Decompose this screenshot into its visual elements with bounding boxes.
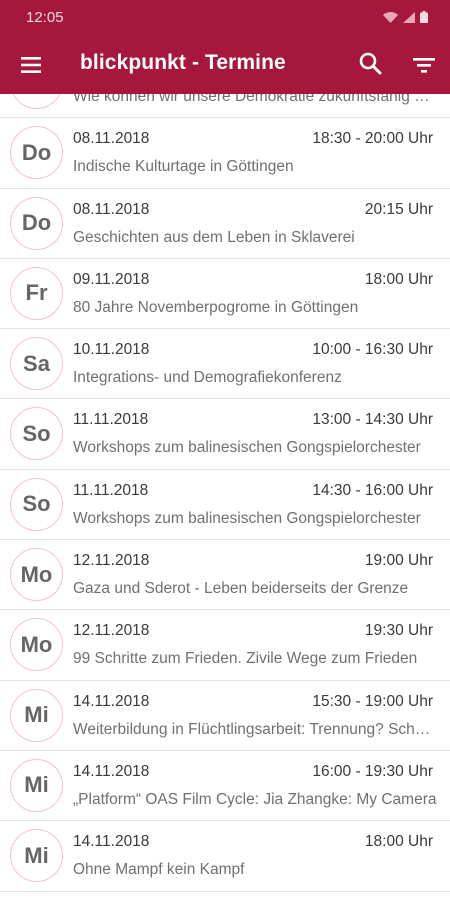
event-date: 10.11.2018 (73, 341, 150, 359)
menu-icon (21, 57, 41, 73)
status-time: 12:05 (26, 9, 64, 26)
event-title: Integrations- und Demografiekonferenz (73, 369, 342, 387)
event-date: 09.11.2018 (73, 270, 150, 288)
event-list-item[interactable]: Mi 14.11.2018 15:30 - 19:00 Uhr Weiterbi… (0, 680, 450, 751)
filter-icon (413, 58, 435, 73)
weekday-label: Mi (24, 702, 49, 728)
weekday-badge: Fr (10, 266, 63, 320)
event-date: 08.11.2018 (73, 200, 150, 218)
event-date: 14.11.2018 (73, 762, 150, 780)
event-time: 18:30 - 20:00 Uhr (312, 130, 433, 148)
event-title: 80 Jahre Novemberpogrome in Göttingen (73, 298, 359, 316)
event-list-item[interactable]: Sa 10.11.2018 10:00 - 16:30 Uhr Integrat… (0, 329, 450, 400)
event-list-item[interactable]: So 11.11.2018 14:30 - 16:00 Uhr Workshop… (0, 469, 450, 541)
weekday-badge: Mo (10, 548, 63, 602)
event-title: Weiterbildung in Flüchtlingsarbeit: Tren… (73, 720, 439, 738)
event-title: Workshops zum balinesischen Gongspielorc… (73, 439, 421, 457)
event-date: 14.11.2018 (73, 833, 150, 851)
system-icons (383, 11, 428, 23)
event-date: 12.11.2018 (73, 622, 150, 640)
event-title: Indische Kulturtage in Göttingen (73, 158, 294, 176)
event-title: Gaza und Sderot - Leben beiderseits der … (73, 580, 409, 598)
wifi-icon (383, 12, 398, 23)
event-list-item[interactable]: Mi 14.11.2018 16:00 - 19:30 Uhr „Platfor… (0, 750, 450, 822)
event-date: 11.11.2018 (73, 481, 149, 499)
event-time: 20:15 Uhr (364, 200, 433, 218)
weekday-badge: So (10, 407, 63, 461)
page-title: blickpunkt - Termine (80, 51, 286, 74)
event-list-item[interactable]: So 11.11.2018 13:00 - 14:30 Uhr Workshop… (0, 399, 450, 470)
weekday-badge: Mi (10, 688, 63, 742)
signal-icon (403, 12, 415, 23)
event-time: 19:30 Uhr (364, 622, 433, 640)
weekday-badge: Mo (10, 618, 63, 672)
battery-icon (420, 11, 428, 23)
weekday-label: Do (21, 210, 52, 236)
event-title: Wie können wir unsere Demokratie zukunft… (73, 94, 439, 105)
event-time: 13:00 - 14:30 Uhr (312, 411, 433, 429)
event-list-item[interactable]: Do 08.11.2018 18:30 - 20:00 Uhr Indische… (0, 118, 450, 189)
event-time: 10:00 - 16:30 Uhr (312, 341, 433, 359)
event-title: Ohne Mampf kein Kampf (73, 861, 245, 879)
weekday-label: So (22, 491, 51, 517)
filter-button[interactable] (411, 53, 437, 77)
event-list-item[interactable]: Mi 14.11.2018 18:00 Uhr Ohne Mampf kein … (0, 821, 450, 892)
event-date: 11.11.2018 (73, 411, 149, 429)
event-title: Geschichten aus dem Leben in Sklaverei (73, 228, 355, 246)
event-list[interactable]: Do 08.11.2018 16:00 - 19:00 Uhr Wie könn… (0, 94, 450, 900)
event-time: 18:00 Uhr (364, 833, 433, 851)
event-time: 15:30 - 19:00 Uhr (312, 692, 433, 710)
event-title: Workshops zum balinesischen Gongspielorc… (73, 509, 421, 527)
event-time: 18:00 Uhr (364, 270, 433, 288)
weekday-label: Mi (24, 772, 49, 798)
search-icon (359, 52, 382, 75)
weekday-badge: So (10, 477, 63, 531)
weekday-badge: Do (10, 94, 63, 109)
event-title: „Platform“ OAS Film Cycle: Jia Zhangke: … (73, 790, 437, 808)
search-button[interactable] (358, 51, 384, 77)
weekday-badge: Do (10, 196, 63, 250)
event-date: 08.11.2018 (73, 130, 150, 148)
weekday-label: So (22, 420, 51, 446)
weekday-badge: Mi (10, 829, 63, 883)
weekday-badge: Sa (10, 337, 63, 391)
event-list-item[interactable]: Mo 12.11.2018 19:00 Uhr Gaza und Sderot … (0, 540, 450, 611)
weekday-label: Do (22, 94, 51, 96)
event-date: 12.11.2018 (73, 552, 150, 570)
weekday-label: Mo (20, 561, 53, 587)
event-list-item[interactable]: Do 08.11.2018 16:00 - 19:00 Uhr Wie könn… (0, 94, 450, 119)
event-time: 19:00 Uhr (364, 552, 433, 570)
event-time: 16:00 - 19:30 Uhr (312, 762, 433, 780)
weekday-label: Do (21, 139, 52, 165)
menu-button[interactable] (19, 53, 43, 77)
app-bar: blickpunkt - Termine (0, 36, 450, 94)
status-bar: 12:05 (0, 0, 450, 36)
weekday-label: Fr (25, 280, 48, 306)
event-time: 14:30 - 16:00 Uhr (312, 481, 433, 499)
weekday-badge: Do (10, 126, 63, 180)
weekday-label: Sa (23, 350, 50, 376)
weekday-label: Mi (24, 842, 49, 868)
event-list-item[interactable]: Do 08.11.2018 20:15 Uhr Geschichten aus … (0, 188, 450, 259)
weekday-badge: Mi (10, 758, 63, 812)
event-list-item[interactable]: Fr 09.11.2018 18:00 Uhr 80 Jahre Novembe… (0, 258, 450, 330)
event-date: 14.11.2018 (73, 692, 150, 710)
event-list-content: Do 08.11.2018 16:00 - 19:00 Uhr Wie könn… (0, 94, 450, 892)
event-list-item[interactable]: Mo 12.11.2018 19:30 Uhr 99 Schritte zum … (0, 610, 450, 681)
weekday-label: Mo (20, 631, 53, 657)
event-title: 99 Schritte zum Frieden. Zivile Wege zum… (73, 650, 418, 668)
